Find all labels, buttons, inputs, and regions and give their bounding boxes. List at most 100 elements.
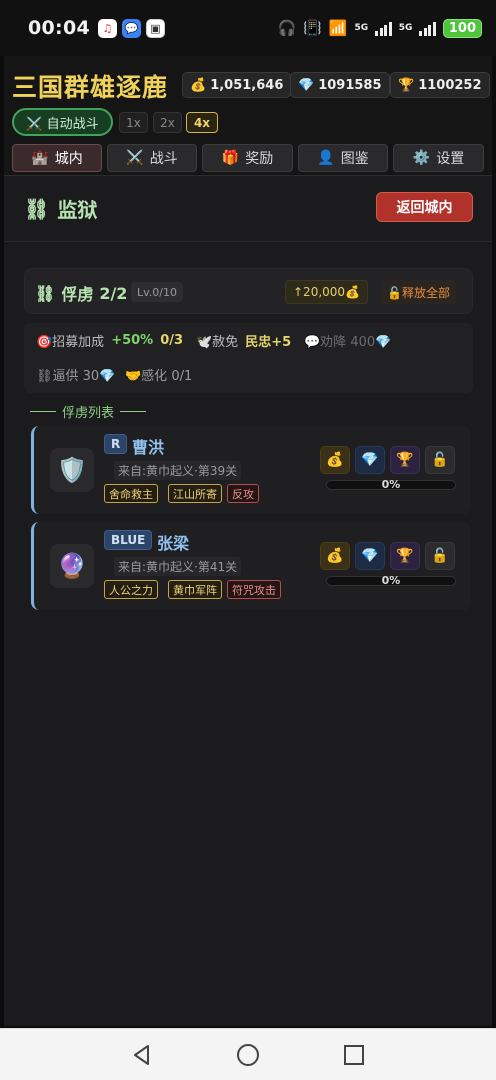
battery-indicator: 100 (442, 18, 482, 38)
prisoner-card[interactable]: 🔮 BLUE 张梁 来自:黄巾起义·第41关 人公之力 黄巾军阵 符咒攻击 💰 … (31, 522, 471, 610)
status-bar: 00:04 ♫ 💬 ▣ 🎧 📳 📶 5G 5G 100 (0, 0, 496, 56)
prison-stats-panel: 🎯招募加成 +50% 0/3 🕊️赦免 民忠+5 💬劝降 400💎 ⛓逼供 30… (24, 323, 473, 393)
person-icon: 👤 (317, 150, 335, 166)
tab-rewards-label: 奖励 (245, 151, 274, 167)
prisoner-list-heading: 俘虏列表 (30, 402, 147, 421)
swords-icon: ⚔️ (126, 150, 144, 166)
release-button[interactable]: 🔓 (425, 542, 455, 570)
network-type-2: 5G (398, 23, 413, 33)
home-icon[interactable] (236, 1043, 260, 1067)
game-title: 三国群雄逐鹿 (12, 73, 169, 102)
progress-text: 0% (381, 478, 401, 491)
recents-icon[interactable] (342, 1043, 366, 1067)
gem-value: 1091585 (318, 77, 382, 93)
hero-trait-tag: 舍命救主 (104, 484, 158, 503)
headphones-icon: 🎧 (277, 19, 297, 37)
network-type-1: 5G (354, 23, 369, 33)
pardon-value: 民忠+5 (245, 335, 292, 350)
tab-settings-label: 设置 (436, 151, 465, 167)
chain-icon: ⛓ (35, 283, 56, 303)
back-to-city-button[interactable]: 返回城内 (376, 192, 473, 222)
vibrate-icon: 📳 (303, 19, 322, 37)
divider-right (120, 411, 147, 412)
gem-action-button[interactable]: 💎 (355, 446, 385, 474)
divider-left (30, 411, 56, 412)
music-app-icon: ♫ (97, 18, 117, 38)
signal-bars-icon (419, 20, 436, 36)
tab-codex[interactable]: 👤 图鉴 (298, 144, 388, 172)
hero-name: 张梁 (157, 534, 190, 553)
recruit-bonus-label: 🎯招募加成 (36, 335, 105, 350)
rarity-badge: R (104, 434, 128, 454)
castle-icon: 🏰 (31, 150, 49, 166)
speed-1x-button[interactable]: 1x (119, 112, 148, 133)
tab-settings[interactable]: ⚙️ 设置 (393, 144, 484, 172)
wifi-icon: 📶 (328, 19, 348, 37)
pardon-stat[interactable]: 🕊️赦免 民忠+5 (196, 331, 291, 350)
system-nav-bar (0, 1028, 496, 1080)
inspire-stat[interactable]: 🤝感化 0/1 (125, 365, 192, 384)
progress-text: 0% (381, 574, 401, 587)
recruit-bonus-stat: 🎯招募加成 +50% 0/3 (36, 331, 183, 350)
hero-trait-tag: 符咒攻击 (227, 580, 281, 599)
speed-4x-button[interactable]: 4x (186, 112, 218, 133)
hero-trait-tag: 黄巾军阵 (168, 580, 222, 599)
page-header: ⛓ 监狱 返回城内 (4, 178, 492, 242)
page-title-text: 监狱 (57, 198, 98, 222)
crystal-ball-icon: 🔮 (50, 544, 94, 588)
upgrade-prison-button[interactable]: ↑20,000💰 (285, 280, 368, 304)
trophy-action-button[interactable]: 🏆 (390, 446, 420, 474)
prisoner-panel-label: 俘虏 (61, 285, 94, 304)
hero-trait-tag: 人公之力 (104, 580, 158, 599)
tab-rewards[interactable]: 🎁 奖励 (202, 144, 293, 172)
chain-icon: ⛓ (24, 196, 50, 221)
tab-city-label: 城内 (54, 151, 83, 167)
trophy-icon: 🏆 (398, 77, 415, 93)
prisoner-list-label: 俘虏列表 (62, 406, 115, 421)
prisoner-summary-panel: ⛓ 俘虏 2/2 Lv.0/10 ↑20,000💰 🔓释放全部 (24, 268, 473, 314)
auto-battle-button[interactable]: ⚔️ 自动战斗 (12, 108, 113, 136)
release-button[interactable]: 🔓 (425, 446, 455, 474)
hero-origin: 来自:黄巾起义·第39关 (114, 461, 242, 480)
hero-trait-tag: 反攻 (227, 484, 259, 503)
tab-city[interactable]: 🏰 城内 (12, 144, 102, 172)
coerce-stat[interactable]: ⛓逼供 30💎 (36, 365, 115, 384)
trophy-resource: 🏆 1100252 (390, 72, 490, 98)
hero-trait-tag: 江山所寄 (168, 484, 222, 503)
pardon-label: 🕊️赦免 (196, 335, 239, 350)
gold-bag-icon: 💰 (190, 77, 207, 93)
gear-icon: ⚙️ (412, 150, 431, 166)
prisoner-count: 2/2 (99, 283, 128, 303)
top-bar: 三国群雄逐鹿 💰 1,051,646 💎 1091585 🏆 1100252 ⚔… (4, 56, 492, 176)
hero-name: 曹洪 (132, 438, 165, 457)
status-clock: 00:04 (28, 17, 90, 39)
back-icon[interactable] (130, 1043, 154, 1067)
release-all-button[interactable]: 🔓释放全部 (381, 280, 456, 304)
page-title: ⛓ 监狱 (24, 194, 97, 223)
prisoner-card[interactable]: 🛡️ R 曹洪 来自:黄巾起义·第39关 舍命救主 江山所寄 反攻 💰 💎 🏆 … (31, 426, 471, 514)
gallery-app-icon: ▣ (145, 18, 165, 38)
tab-battle-label: 战斗 (149, 151, 178, 167)
message-app-icon: 💬 (121, 18, 141, 38)
gem-resource: 💎 1091585 (290, 72, 390, 98)
tab-battle[interactable]: ⚔️ 战斗 (107, 144, 197, 172)
rarity-badge: BLUE (104, 530, 153, 550)
recruit-count: 0/3 (160, 333, 184, 348)
prison-level-badge: Lv.0/10 (131, 282, 183, 302)
tab-codex-label: 图鉴 (340, 151, 369, 167)
signal-bars-icon (375, 20, 392, 36)
speed-2x-button[interactable]: 2x (153, 112, 182, 133)
prisoner-panel-title: ⛓ 俘虏 2/2 (35, 281, 127, 305)
recruit-bonus-value: +50% (111, 333, 154, 348)
gold-value: 1,051,646 (210, 77, 284, 93)
trophy-value: 1100252 (418, 77, 482, 93)
gold-resource: 💰 1,051,646 (182, 72, 292, 98)
persuade-stat[interactable]: 💬劝降 400💎 (304, 331, 391, 350)
gift-icon: 🎁 (221, 150, 240, 166)
ransom-gold-button[interactable]: 💰 (320, 446, 350, 474)
gem-action-button[interactable]: 💎 (355, 542, 385, 570)
trophy-action-button[interactable]: 🏆 (390, 542, 420, 570)
game-app: 三国群雄逐鹿 💰 1,051,646 💎 1091585 🏆 1100252 ⚔… (4, 56, 492, 1026)
hero-origin: 来自:黄巾起义·第41关 (114, 557, 242, 576)
ransom-gold-button[interactable]: 💰 (320, 542, 350, 570)
